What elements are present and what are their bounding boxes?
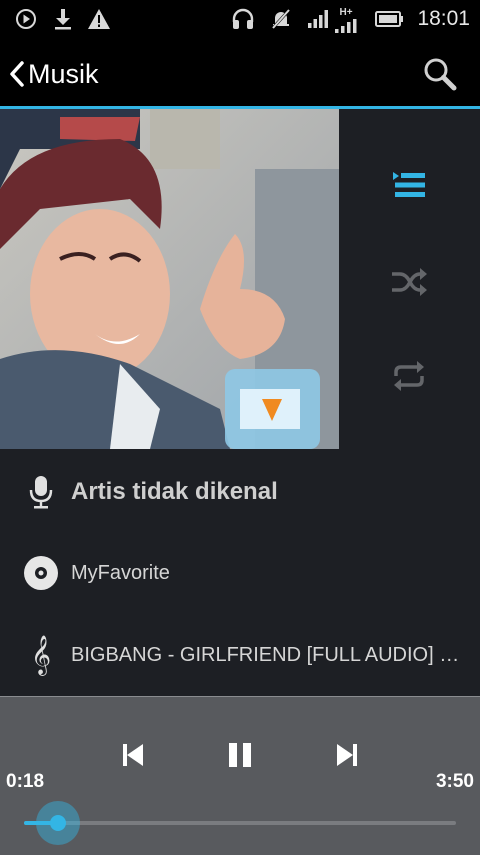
previous-button[interactable]: [113, 735, 153, 775]
shuffle-button[interactable]: [389, 262, 429, 302]
network-type-label: H+: [339, 7, 353, 18]
status-time: 18:01: [417, 7, 470, 30]
duration-time: 3:50: [435, 771, 474, 792]
pause-icon: [226, 741, 254, 769]
elapsed-time: 0:18: [6, 771, 45, 792]
microphone-icon: [23, 474, 59, 510]
treble-clef-icon: 𝄞: [30, 635, 52, 675]
skip-next-icon: [335, 742, 359, 768]
page-title: Musik: [28, 58, 99, 89]
warning-icon: [86, 0, 112, 38]
muted-icon: [266, 0, 296, 38]
album-label: MyFavorite: [71, 561, 170, 584]
skip-previous-icon: [121, 742, 145, 768]
seek-thumb[interactable]: [36, 801, 80, 845]
seek-bar[interactable]: [24, 821, 456, 825]
chevron-left-icon: [8, 60, 26, 88]
track-title-label: BIGBANG - GIRLFRIEND [FULL AUDIO] MA...: [71, 643, 471, 666]
status-bar: H+ 18:01: [0, 0, 480, 38]
album-art-image: [0, 109, 339, 449]
download-icon: [50, 0, 76, 38]
shuffle-icon: [390, 267, 428, 297]
seek-thumb-dot: [50, 815, 66, 831]
queue-button[interactable]: [389, 165, 429, 205]
album-row: MyFavorite: [0, 538, 480, 608]
battery-icon: [374, 0, 406, 38]
title-row: 𝄞 BIGBANG - GIRLFRIEND [FULL AUDIO] MA..…: [0, 620, 480, 690]
artist-label: Artis tidak dikenal: [71, 478, 278, 505]
signal-hplus-icon: H+: [332, 0, 360, 38]
repeat-button[interactable]: [389, 356, 429, 396]
artist-row: Artis tidak dikenal: [0, 457, 480, 527]
signal-icon: [306, 0, 330, 38]
pause-button[interactable]: [220, 735, 260, 775]
play-notification-icon: [12, 0, 40, 38]
next-button[interactable]: [327, 735, 367, 775]
search-icon: [422, 56, 458, 92]
repeat-icon: [392, 359, 426, 393]
queue-list-icon: [391, 170, 427, 200]
headset-icon: [228, 0, 258, 38]
back-button[interactable]: Musik: [8, 54, 99, 94]
disc-icon: [23, 555, 59, 591]
search-button[interactable]: [420, 54, 460, 94]
